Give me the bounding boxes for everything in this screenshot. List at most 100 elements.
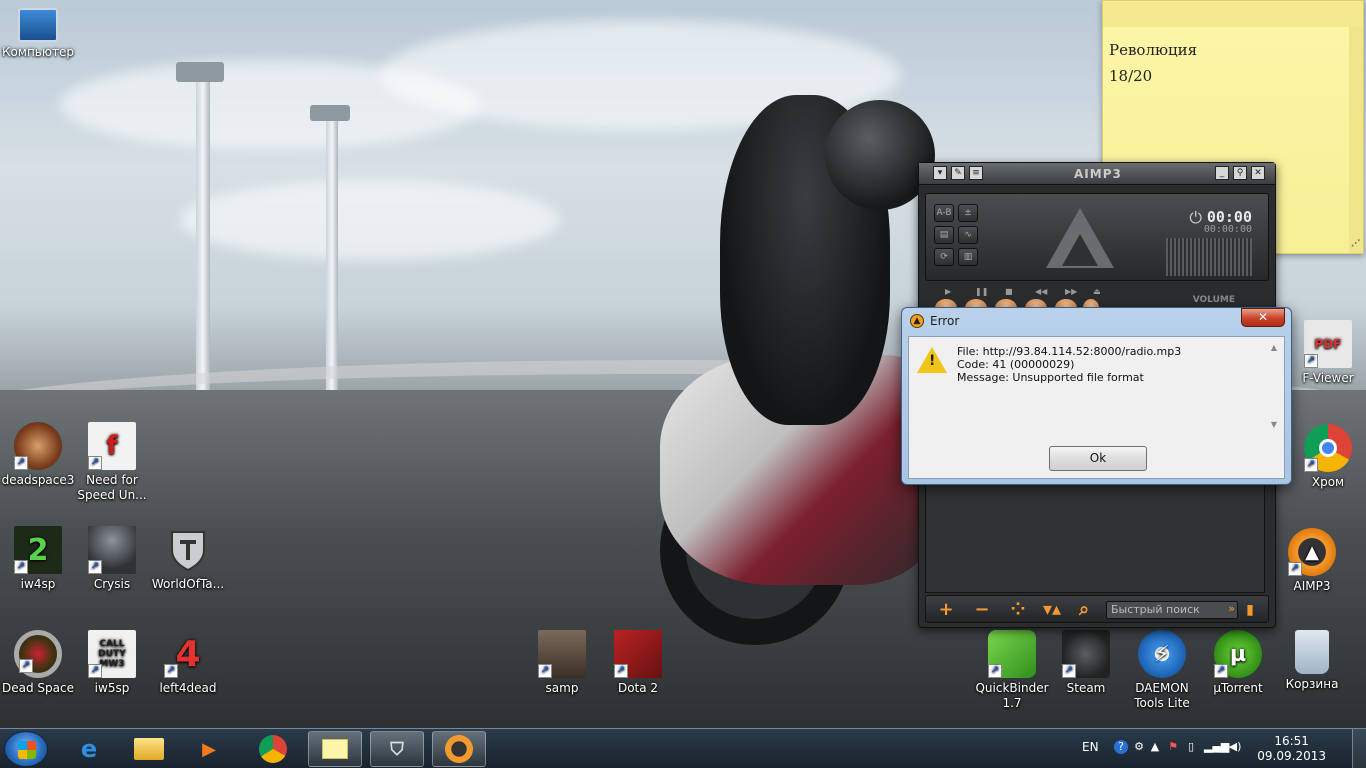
error-dialog-title-bar[interactable]: ▲ Error ✕ [902, 308, 1291, 334]
error-dialog-body: ! File: http://93.84.114.52:8000/radio.m… [908, 336, 1285, 479]
clock-time: 16:51 [1274, 734, 1309, 748]
desktop-icon-dead-space[interactable]: ↗ Dead Space [0, 630, 76, 696]
pin-button[interactable]: ⚲ [1233, 166, 1247, 180]
utorrent-icon: µ ↗ [1214, 630, 1262, 678]
aimp3-taskbar-icon[interactable] [432, 731, 486, 767]
power-icon[interactable]: ▯ [1184, 740, 1198, 754]
transport-labels: ▶ ❚❚ ■ ◀◀ ▶▶ ⏏ [931, 287, 1231, 297]
daemon-tools-icon: ⚡ [1138, 630, 1186, 678]
aimp-eject-icon[interactable]: ≡ [969, 166, 983, 180]
warning-mark: ! [929, 353, 936, 369]
close-button[interactable]: ✕ [1251, 166, 1265, 180]
desktop-icon-iw4sp[interactable]: 2 ↗ iw4sp [0, 526, 76, 592]
iw4sp-badge: 2 [27, 532, 49, 568]
sticky-notes-taskbar-icon[interactable] [308, 731, 362, 767]
desktop-icon-need-for-speed[interactable]: f ↗ Need for Speed Un... [74, 422, 150, 503]
dead-space-icon: ↗ [14, 630, 62, 678]
help-icon[interactable]: ? [1114, 740, 1128, 754]
resize-grip-icon[interactable]: ⋰ [1351, 239, 1360, 249]
show-desktop-button[interactable] [1352, 729, 1366, 768]
system-tray: EN ? ⚙ ▲ ⚑ ▯ ▂▄▆ ◀) 16:51 09.09.2013 [1076, 729, 1366, 768]
desktop-icon-left4dead[interactable]: 4 ↗ left4dead [150, 630, 226, 696]
error-dialog[interactable]: ▲ Error ✕ ! File: http://93.84.114.52:80… [901, 307, 1292, 485]
ok-button[interactable]: Ok [1049, 446, 1147, 471]
stop-icon: ■ [1005, 287, 1013, 296]
equalizer-button[interactable]: ▥ [958, 248, 978, 266]
message-scrollbar[interactable]: ▲ ▼ [1268, 343, 1280, 433]
select-icon[interactable]: ⁘ [1006, 600, 1030, 620]
desktop-icon-dota2[interactable]: ↗ Dota 2 [600, 630, 676, 696]
media-player-icon[interactable]: ▶ [182, 731, 236, 767]
close-button[interactable]: ✕ [1241, 308, 1285, 327]
start-button[interactable] [4, 731, 48, 767]
sticky-note-header[interactable] [1103, 1, 1363, 27]
desktop-icon-quickbinder[interactable]: ↗ QuickBinder 1.7 [974, 630, 1050, 711]
lamp-head [310, 105, 350, 121]
sort-icon[interactable]: ▾▴ [1040, 600, 1064, 620]
chrome-taskbar-icon[interactable] [246, 731, 300, 767]
desktop-icon-samp[interactable]: ↗ samp [524, 630, 600, 696]
shortcut-arrow-icon: ↗ [1288, 562, 1302, 576]
balance-button[interactable]: ± [958, 204, 978, 222]
desktop-icon-pdf-viewer[interactable]: PDF ↗ F-Viewer [1290, 320, 1366, 386]
sticky-note-scrollbar[interactable]: ⋰ [1349, 27, 1363, 253]
aimp-settings-icon[interactable]: ✎ [951, 166, 965, 180]
world-of-tanks-taskbar-icon[interactable]: ⛉ [370, 731, 424, 767]
action-center-icon[interactable]: ⚑ [1166, 740, 1180, 754]
desktop-icon-chrome[interactable]: ↗ Хром [1290, 424, 1366, 490]
desktop-icon-recycle-bin[interactable]: Корзина [1274, 630, 1350, 692]
add-icon[interactable]: + [934, 600, 958, 620]
visual-button[interactable]: ∿ [958, 226, 978, 244]
power-icon[interactable]: ⏻ [1189, 208, 1202, 228]
eject-icon: ⏏ [1093, 287, 1101, 296]
scroll-down-icon[interactable]: ▼ [1268, 420, 1280, 429]
network-icon[interactable]: ▂▄▆ [1204, 740, 1229, 754]
playlist-button[interactable]: ▤ [934, 226, 954, 244]
volume-icon[interactable]: ◀) [1228, 740, 1242, 754]
windows-explorer-icon[interactable] [122, 731, 176, 767]
left4dead-icon: 4 ↗ [164, 630, 212, 678]
desktop-icon-daemon-tools[interactable]: ⚡ DAEMON Tools Lite [1124, 630, 1200, 711]
minimize-button[interactable]: _ [1215, 166, 1229, 180]
scroll-up-icon[interactable]: ▲ [1268, 343, 1280, 352]
sticky-note-text[interactable]: Революция 18/20 [1103, 27, 1363, 99]
desktop-icon-crysis[interactable]: ↗ Crysis [74, 526, 150, 592]
ab-repeat-button[interactable]: A-B [934, 204, 954, 222]
desktop-icon-deadspace3[interactable]: ↗ deadspace3 [0, 422, 76, 488]
remove-icon[interactable]: − [970, 600, 994, 620]
shortcut-arrow-icon: ↗ [88, 560, 102, 574]
volume-label: VOLUME [1192, 295, 1235, 305]
aimp-title-bar[interactable]: ▾ ✎ ≡ AIMP3 _ ⚲ ✕ [919, 163, 1275, 185]
computer-icon [18, 8, 58, 42]
show-hidden-icons[interactable]: ▲ [1148, 740, 1162, 754]
world-of-tanks-icon [164, 526, 212, 574]
iw4sp-icon: 2 ↗ [14, 526, 62, 574]
search-go-icon[interactable]: » [1228, 602, 1235, 615]
language-indicator[interactable]: EN [1082, 740, 1099, 754]
tray-app-icon[interactable]: ⚙ [1132, 740, 1146, 754]
pdf-viewer-icon: PDF ↗ [1304, 320, 1352, 368]
clock[interactable]: 16:51 09.09.2013 [1257, 734, 1326, 764]
search-icon[interactable]: ⌕ [1072, 600, 1096, 620]
shortcut-arrow-icon: ↗ [88, 664, 102, 678]
iw5sp-icon: CALL DUTY MW3 ↗ [88, 630, 136, 678]
shortcut-arrow-icon: ↗ [1304, 354, 1318, 368]
desktop-icon-aimp3[interactable]: ▲ ↗ AIMP3 [1274, 528, 1350, 594]
desktop-icon-utorrent[interactable]: µ ↗ µTorrent [1200, 630, 1276, 696]
shortcut-arrow-icon: ↗ [1062, 664, 1076, 678]
need-for-speed-icon: f ↗ [88, 422, 136, 470]
internet-explorer-icon[interactable]: e [62, 731, 116, 767]
desktop-icon-computer[interactable]: Компьютер [0, 8, 76, 60]
lamp-post [196, 80, 210, 410]
desktop-icon-iw5sp[interactable]: CALL DUTY MW3 ↗ iw5sp [74, 630, 150, 696]
desktop-icon-steam[interactable]: ↗ Steam [1048, 630, 1124, 696]
error-file-line: File: http://93.84.114.52:8000/radio.mp3 [957, 345, 1182, 358]
desktop-icon-world-of-tanks[interactable]: WorldOfTa... [150, 526, 226, 592]
quick-search-input[interactable]: Быстрый поиск » [1106, 601, 1238, 619]
playlist-file-icon[interactable]: ▮ [1238, 600, 1262, 620]
cloud [180, 180, 560, 260]
repeat-button[interactable]: ⟳ [934, 248, 954, 266]
left4dead-badge: 4 [175, 633, 201, 675]
aimp-small-icon: ▲ [910, 314, 924, 328]
aimp-menu-icon[interactable]: ▾ [933, 166, 947, 180]
